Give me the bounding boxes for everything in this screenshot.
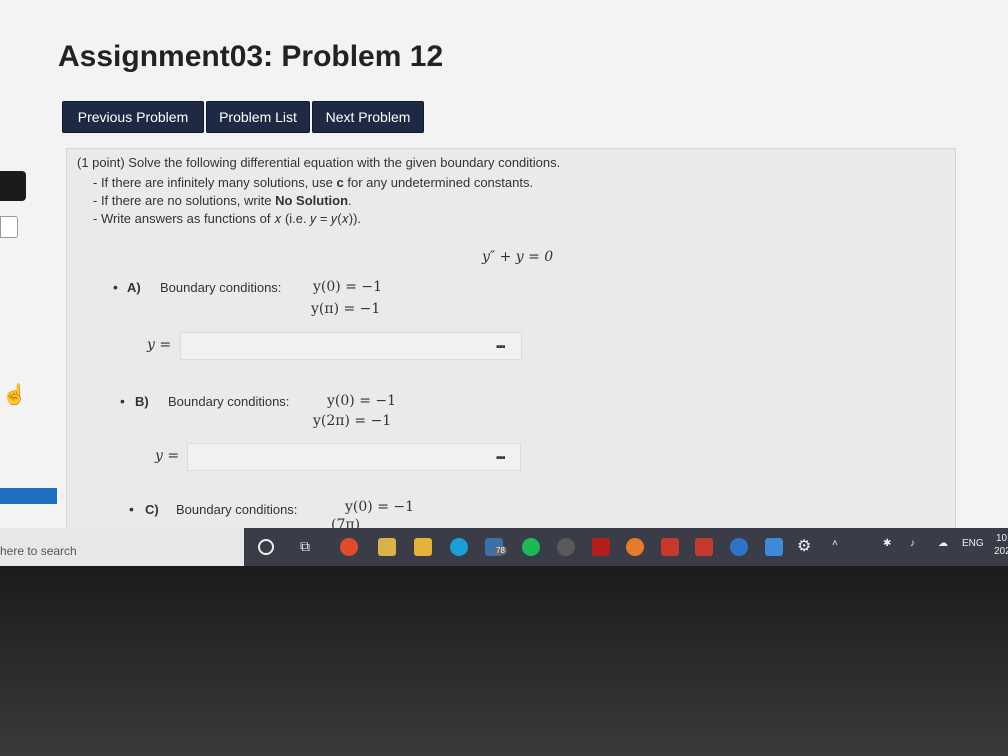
notification-badge: 78 — [494, 546, 507, 555]
part-c-bc-label: Boundary conditions: — [176, 502, 298, 517]
part-c-label: C) — [145, 502, 159, 517]
problem-list-button[interactable]: Problem List — [206, 101, 310, 133]
bullet: • — [113, 279, 118, 295]
rule-infinite: - If there are infinitely many solutions… — [93, 175, 534, 190]
part-a-label: A) — [127, 280, 141, 295]
app-icon[interactable] — [557, 538, 575, 556]
part-a-answer-input[interactable] — [180, 332, 522, 360]
acrobat-icon[interactable] — [695, 538, 713, 556]
equation-editor-icon[interactable]: ▪▪▪ — [496, 452, 510, 464]
next-problem-button[interactable]: Next Problem — [312, 101, 424, 133]
problem-intro: (1 point) Solve the following differenti… — [77, 155, 561, 170]
onedrive-icon[interactable]: ☁ — [938, 538, 948, 549]
side-panel-tab[interactable] — [0, 171, 26, 201]
bullet: • — [120, 393, 125, 409]
equation-editor-icon[interactable]: ▪▪▪ — [496, 341, 510, 353]
rule-functions: - Write answers as functions of 𝑥 (i.e. … — [93, 211, 362, 226]
part-b-label: B) — [135, 394, 149, 409]
app-icon[interactable] — [661, 538, 679, 556]
part-b-bc-label: Boundary conditions: — [168, 394, 290, 409]
firefox-icon[interactable] — [626, 538, 644, 556]
part-b-bc1: y(0) = −1 — [327, 393, 397, 409]
part-c-bc1: y(0) = −1 — [345, 499, 415, 515]
app-icon[interactable] — [765, 538, 783, 556]
chevron-up-icon[interactable]: ˄ — [832, 538, 838, 549]
hp-icon[interactable] — [730, 538, 748, 556]
app-icon[interactable] — [592, 538, 610, 556]
browser-screen: Assignment03: Problem 12 Previous Proble… — [0, 0, 1008, 566]
language-indicator[interactable]: ENG — [962, 538, 984, 549]
part-a-bc1: y(0) = −1 — [313, 279, 383, 295]
side-panel-toggle[interactable] — [0, 216, 18, 238]
previous-problem-button[interactable]: Previous Problem — [62, 101, 204, 133]
differential-equation: y″ + y = 0 — [482, 249, 554, 265]
browser-app-icon[interactable] — [340, 538, 358, 556]
part-a-bc2: y(π) = −1 — [311, 301, 381, 317]
hand-cursor-icon: ☝ — [2, 384, 27, 406]
settings-gear-icon[interactable]: ⚙ — [797, 536, 811, 556]
part-b-bc2: y(2π) = −1 — [313, 413, 392, 429]
bluetooth-icon[interactable]: ✱ — [883, 538, 891, 549]
side-blue-bar — [0, 488, 57, 504]
edge-icon[interactable] — [450, 538, 468, 556]
task-view-icon[interactable]: ⧉ — [300, 538, 310, 555]
bullet: • — [129, 501, 134, 517]
spotify-icon[interactable] — [522, 538, 540, 556]
part-a-bc-label: Boundary conditions: — [160, 280, 282, 295]
part-b-answer-label: y = — [155, 448, 180, 464]
taskbar-search-input[interactable]: here to search — [0, 544, 77, 558]
page-title: Assignment03: Problem 12 — [58, 40, 444, 73]
file-explorer-icon[interactable] — [414, 538, 432, 556]
part-a-answer-label: y = — [147, 337, 172, 353]
clock-date[interactable]: 202 — [994, 546, 1008, 557]
rule-no-solution: - If there are no solutions, write No So… — [93, 193, 352, 208]
monitor-bezel — [0, 566, 1008, 756]
store-icon[interactable] — [378, 538, 396, 556]
part-b-answer-input[interactable] — [187, 443, 521, 471]
cortana-icon[interactable] — [258, 539, 274, 555]
volume-icon[interactable]: ♪ — [910, 538, 915, 549]
problem-container: (1 point) Solve the following differenti… — [66, 148, 956, 542]
clock-time[interactable]: 10 — [996, 533, 1007, 544]
